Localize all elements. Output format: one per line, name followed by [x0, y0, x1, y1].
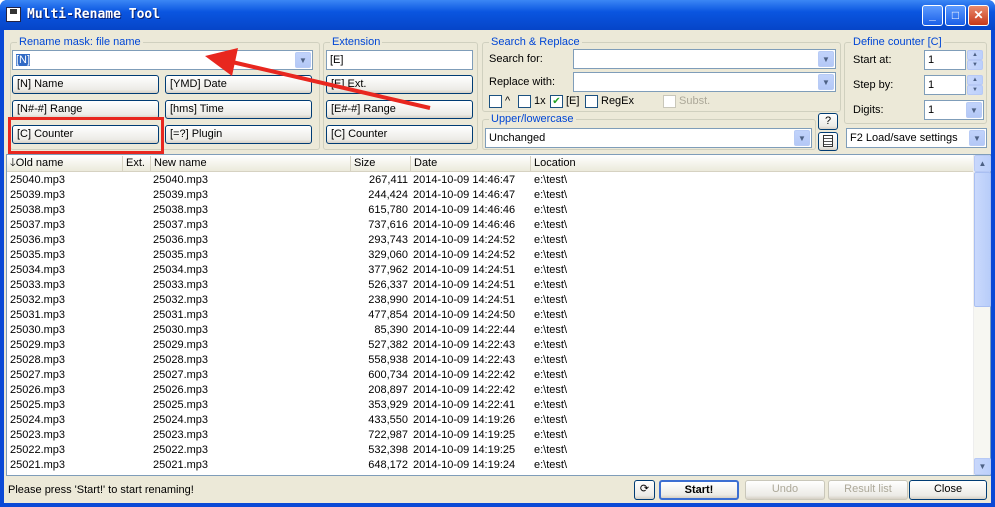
annotation-arrow: [205, 48, 431, 110]
app-window: Multi-Rename Tool _ □ ✕ Rename mask: fil…: [0, 0, 995, 507]
